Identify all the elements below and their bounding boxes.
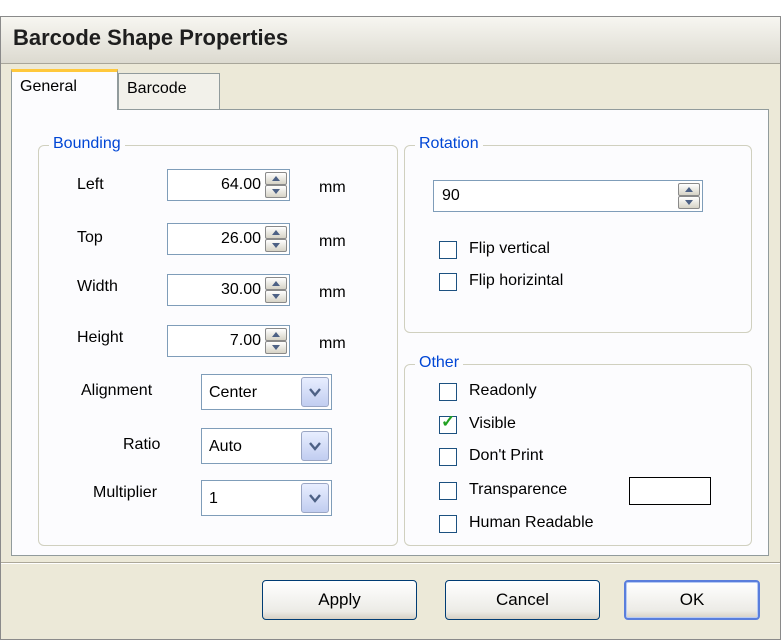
flip-vertical-label: Flip vertical [469, 240, 550, 257]
left-label: Left [77, 176, 104, 193]
alignment-label: Alignment [81, 382, 153, 399]
ok-button[interactable]: OK [624, 580, 760, 620]
other-group: Other Readonly ✓ Visible Don't Print Tra… [404, 354, 752, 546]
dont-print-label: Don't Print [469, 447, 544, 464]
transparence-label: Transparence [469, 481, 568, 498]
title-bar[interactable]: Barcode Shape Properties [1, 17, 780, 64]
bounding-legend: Bounding [49, 135, 125, 153]
spin-up-down-icon[interactable] [265, 328, 287, 354]
left-value: 64.00 [220, 176, 261, 193]
spin-up-down-icon[interactable] [265, 277, 287, 303]
window-title: Barcode Shape Properties [13, 25, 289, 50]
transparence-color-swatch[interactable] [629, 477, 711, 505]
tab-barcode[interactable]: Barcode [118, 73, 220, 109]
flip-horizontal-label: Flip horizintal [469, 272, 564, 289]
tab-general-label: General [20, 78, 77, 95]
multiplier-value: 1 [209, 490, 218, 507]
chevron-down-icon[interactable] [301, 377, 329, 407]
left-spinbox[interactable]: 64.00 [167, 169, 290, 201]
tab-panel-general: Bounding Left 64.00 mm Top 26.00 mm Widt… [11, 109, 769, 556]
ratio-select[interactable]: Auto [201, 428, 332, 464]
height-label: Height [77, 329, 124, 346]
flip-vertical-checkbox[interactable] [439, 241, 457, 259]
rotation-value: 90 [442, 187, 460, 204]
rotation-spinbox[interactable]: 90 [433, 180, 703, 212]
other-legend: Other [415, 354, 464, 372]
height-unit: mm [319, 335, 346, 352]
transparence-checkbox[interactable] [439, 482, 457, 500]
top-spinbox[interactable]: 26.00 [167, 223, 290, 255]
spin-up-down-icon[interactable] [265, 226, 287, 252]
top-unit: mm [319, 233, 346, 250]
apply-button-label: Apply [318, 590, 361, 609]
barcode-shape-properties-dialog: Barcode Shape Properties General Barcode… [0, 16, 781, 640]
ratio-label: Ratio [123, 436, 161, 453]
multiplier-select[interactable]: 1 [201, 480, 332, 516]
dont-print-checkbox[interactable] [439, 448, 457, 466]
cancel-button-label: Cancel [496, 590, 549, 609]
ratio-value: Auto [209, 438, 242, 455]
alignment-value: Center [209, 384, 258, 401]
visible-label: Visible [469, 415, 516, 432]
cancel-button[interactable]: Cancel [445, 580, 600, 620]
width-value: 30.00 [220, 281, 261, 298]
width-label: Width [77, 278, 118, 295]
spin-up-down-icon[interactable] [678, 183, 700, 209]
left-unit: mm [319, 179, 346, 196]
readonly-checkbox[interactable] [439, 383, 457, 401]
width-spinbox[interactable]: 30.00 [167, 274, 290, 306]
ok-button-label: OK [679, 590, 705, 609]
check-mark-icon: ✓ [441, 412, 456, 431]
readonly-label: Readonly [469, 382, 537, 399]
height-spinbox[interactable]: 7.00 [167, 325, 290, 357]
width-unit: mm [319, 284, 346, 301]
spin-up-down-icon[interactable] [265, 172, 287, 198]
button-separator [1, 563, 780, 564]
height-value: 7.00 [229, 332, 261, 349]
human-readable-label: Human Readable [469, 514, 594, 531]
apply-button[interactable]: Apply [262, 580, 417, 620]
chevron-down-icon[interactable] [301, 483, 329, 513]
multiplier-label: Multiplier [93, 484, 158, 501]
top-label: Top [77, 229, 103, 246]
bounding-group: Bounding Left 64.00 mm Top 26.00 mm Widt… [38, 135, 398, 546]
visible-checkbox[interactable]: ✓ [439, 412, 457, 434]
top-value: 26.00 [220, 230, 261, 247]
flip-horizontal-checkbox[interactable] [439, 273, 457, 291]
rotation-group: Rotation 90 Flip vertical Flip horizinta… [404, 135, 752, 333]
alignment-select[interactable]: Center [201, 374, 332, 410]
rotation-legend: Rotation [415, 135, 483, 153]
tab-barcode-label: Barcode [127, 80, 187, 97]
tab-general[interactable]: General [11, 69, 118, 110]
chevron-down-icon[interactable] [301, 431, 329, 461]
human-readable-checkbox[interactable] [439, 515, 457, 533]
